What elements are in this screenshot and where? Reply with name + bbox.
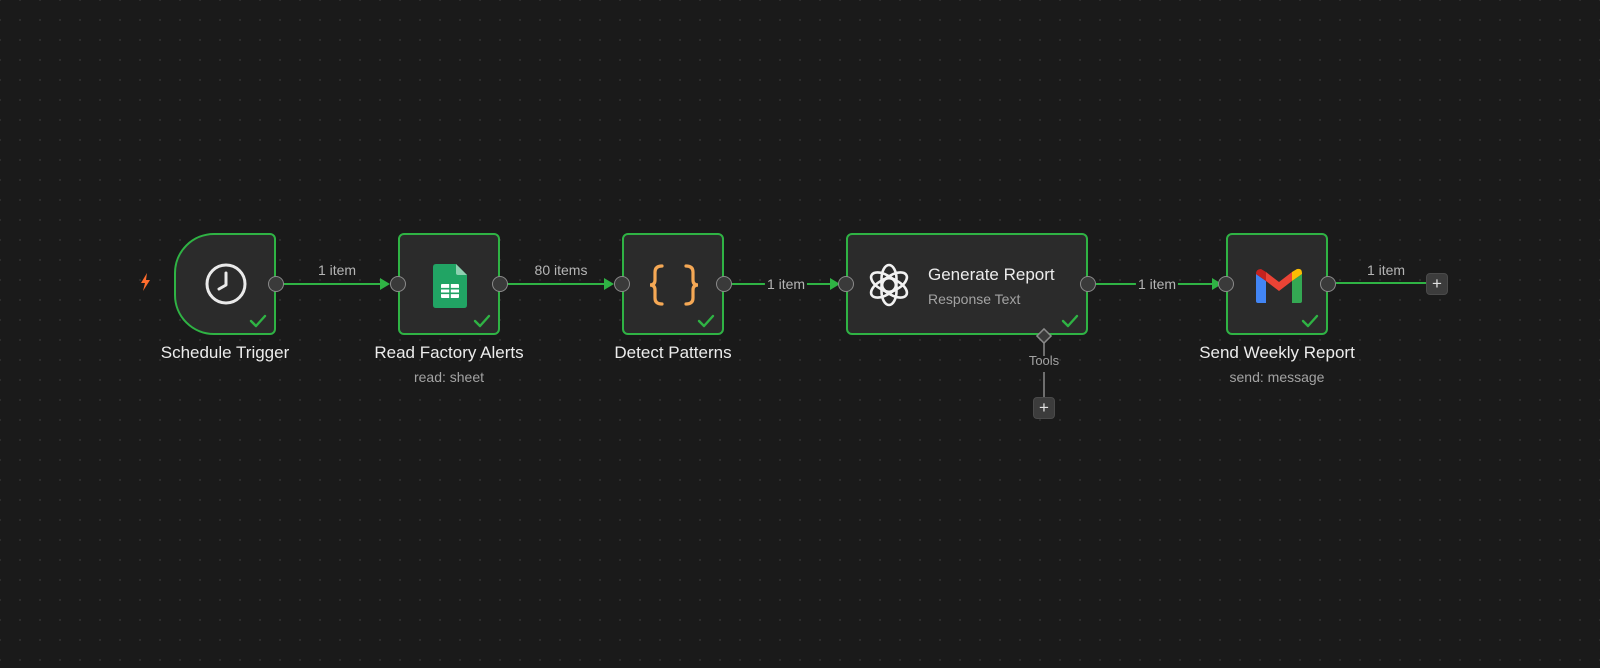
add-node-button[interactable]: +	[1426, 273, 1448, 295]
edge-item-count: 1 item	[764, 276, 808, 292]
node-detect-patterns[interactable]	[622, 233, 724, 335]
connection-schedule-sheets[interactable]	[276, 278, 390, 290]
tools-port-icon[interactable]	[1035, 327, 1053, 345]
output-port[interactable]	[1080, 276, 1096, 292]
node-label: Generate Report	[928, 265, 1055, 284]
openai-icon	[866, 262, 912, 308]
output-port[interactable]	[716, 276, 732, 292]
edge-item-count: 1 item	[1135, 276, 1179, 292]
edge-item-count: 80 items	[534, 262, 588, 278]
edge-item-count: 1 item	[317, 262, 357, 278]
output-port[interactable]	[492, 276, 508, 292]
trigger-bolt-icon	[141, 273, 150, 291]
google-sheets-icon	[433, 264, 467, 308]
input-port[interactable]	[614, 276, 630, 292]
connection-sheets-code[interactable]	[500, 278, 614, 290]
input-port[interactable]	[1218, 276, 1234, 292]
node-subtitle: Response Text	[928, 291, 1021, 307]
gmail-icon	[1256, 268, 1302, 304]
tools-label: Tools	[1028, 353, 1060, 368]
code-braces-icon	[648, 263, 700, 307]
node-read-factory-alerts[interactable]	[398, 233, 500, 335]
input-port[interactable]	[390, 276, 406, 292]
success-check-icon	[1301, 314, 1319, 328]
node-generate-report[interactable]: Generate Report Response Text	[846, 233, 1088, 335]
success-check-icon	[249, 314, 267, 328]
node-label: Send Weekly Report	[1199, 343, 1355, 362]
success-check-icon	[1061, 314, 1079, 328]
output-port[interactable]	[268, 276, 284, 292]
edge-item-count: 1 item	[1366, 262, 1406, 278]
node-schedule-trigger[interactable]	[174, 233, 276, 335]
clock-icon	[204, 262, 248, 306]
add-tool-button[interactable]: +	[1033, 397, 1055, 419]
output-port[interactable]	[1320, 276, 1336, 292]
node-label: Schedule Trigger	[160, 343, 290, 362]
node-send-weekly-report[interactable]	[1226, 233, 1328, 335]
success-check-icon	[697, 314, 715, 328]
input-port[interactable]	[838, 276, 854, 292]
node-subtitle: send: message	[1229, 369, 1325, 385]
node-label: Read Factory Alerts	[374, 343, 524, 362]
success-check-icon	[473, 314, 491, 328]
node-subtitle: read: sheet	[413, 369, 485, 385]
node-label: Detect Patterns	[614, 343, 732, 362]
